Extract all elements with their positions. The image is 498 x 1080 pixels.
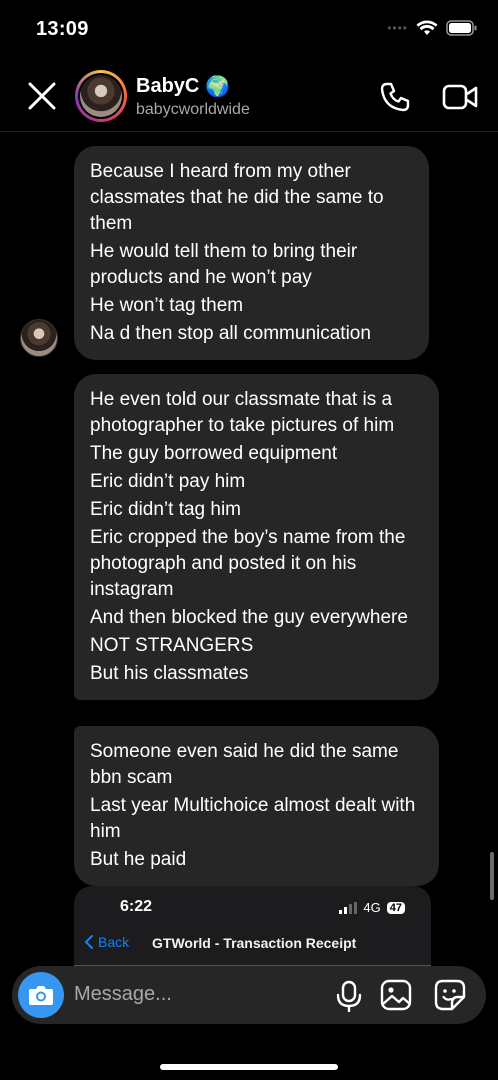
- message-composer: [12, 966, 486, 1024]
- attachment-status-icons: 4G 47: [339, 900, 405, 915]
- message-line: NOT STRANGERS: [90, 635, 254, 656]
- signal-dots-icon: ••••: [387, 21, 408, 35]
- chevron-left-icon: [84, 935, 93, 949]
- message-line: He even told our classmate that is a pho…: [90, 389, 395, 436]
- close-icon[interactable]: [24, 78, 60, 114]
- message-line: Eric didn’t pay him: [90, 471, 246, 492]
- chat-header: BabyC 🌍 babycworldwide: [0, 62, 498, 132]
- phone-call-icon[interactable]: [378, 80, 412, 114]
- status-bar: 13:09 ••••: [0, 0, 498, 60]
- sender-avatar[interactable]: [20, 319, 58, 357]
- message-line: Eric cropped the boy’s name from the pho…: [90, 527, 406, 600]
- battery-icon: [446, 20, 477, 36]
- message-line: Someone even said he did the same bbn sc…: [90, 741, 399, 788]
- message-input[interactable]: [74, 983, 314, 1006]
- microphone-icon[interactable]: [334, 980, 364, 1012]
- attachment-title: GTWorld - Transaction Receipt: [152, 935, 357, 951]
- network-label: 4G: [363, 900, 381, 915]
- camera-button[interactable]: [18, 972, 64, 1018]
- message-line: The guy borrowed equipment: [90, 443, 338, 464]
- wifi-icon: [416, 20, 438, 35]
- message-line: Eric didn’t tag him: [90, 499, 242, 520]
- video-call-icon[interactable]: [442, 82, 478, 112]
- contact-avatar[interactable]: [75, 70, 127, 122]
- message-bubble[interactable]: Because I heard from my other classmates…: [74, 146, 429, 360]
- screenshot-attachment[interactable]: 6:22 4G 47 Back GTWorld - Transaction Re…: [74, 886, 431, 966]
- camera-icon: [29, 986, 53, 1005]
- message-line: But his classmates: [90, 663, 249, 684]
- status-icons: ••••: [387, 20, 478, 36]
- message-line: Last year Multichoice almost dealt with …: [90, 795, 416, 842]
- home-indicator[interactable]: [160, 1064, 338, 1070]
- globe-emoji: 🌍: [205, 76, 231, 98]
- attachment-time: 6:22: [120, 898, 153, 915]
- sticker-icon[interactable]: [434, 979, 466, 1011]
- status-time: 13:09: [36, 18, 89, 40]
- attachment-back: Back: [84, 934, 129, 950]
- message-line: He won’t tag them: [90, 295, 244, 316]
- message-line: Because I heard from my other classmates…: [90, 161, 384, 234]
- contact-handle: babycworldwide: [136, 101, 250, 118]
- message-bubble[interactable]: He even told our classmate that is a pho…: [74, 374, 439, 700]
- contact-name[interactable]: BabyC 🌍: [136, 74, 230, 99]
- message-bubble[interactable]: Someone even said he did the same bbn sc…: [74, 726, 439, 886]
- gallery-icon[interactable]: [380, 979, 412, 1011]
- attachment-battery: 47: [386, 901, 405, 914]
- message-line: Na d then stop all communication: [90, 323, 371, 344]
- message-line: But he paid: [90, 849, 187, 870]
- message-line: He would tell them to bring their produc…: [90, 241, 358, 288]
- message-line: And then blocked the guy everywhere: [90, 607, 408, 628]
- scrollbar[interactable]: [490, 852, 494, 900]
- cell-signal-icon: [339, 901, 358, 914]
